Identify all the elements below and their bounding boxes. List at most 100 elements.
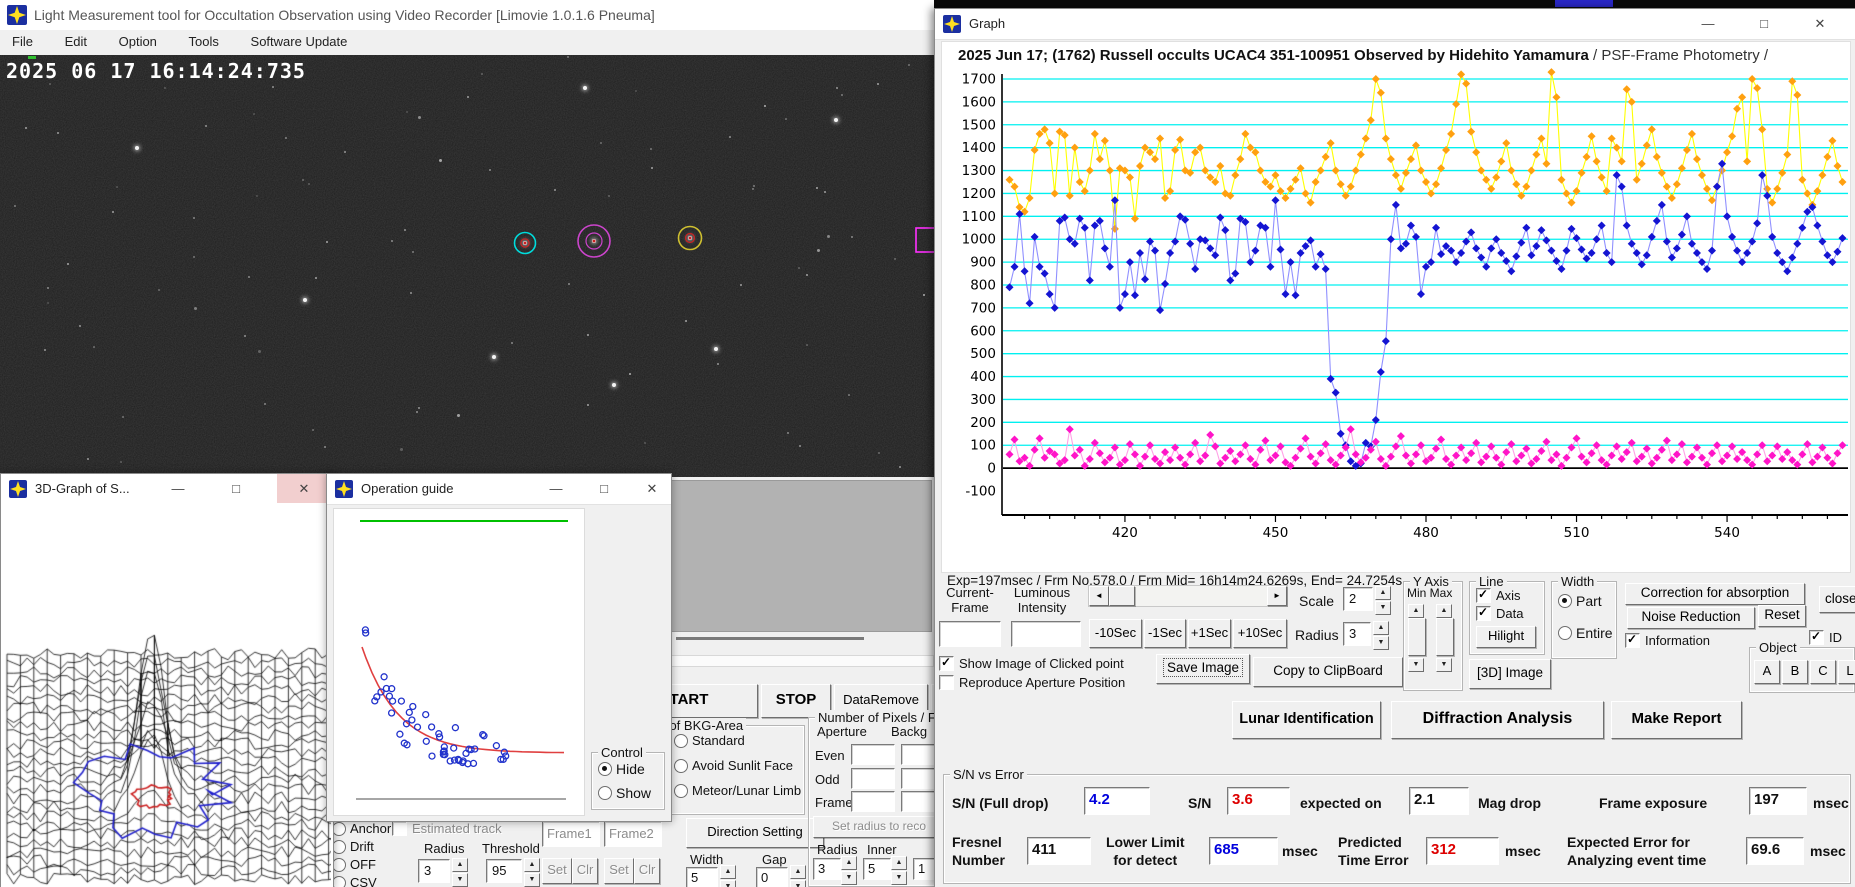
scale-field[interactable]: 2 (1343, 587, 1373, 611)
reproduce-aperture-checkbox[interactable] (939, 675, 954, 690)
odd-aperture-field[interactable] (851, 768, 895, 789)
guide-hide-radio[interactable] (598, 762, 612, 776)
scroll-right-button[interactable]: ► (1267, 586, 1287, 606)
threshold-field[interactable]: 95 (486, 859, 522, 883)
sn-field[interactable]: 3.6 (1227, 787, 1290, 815)
close-button[interactable]: close (1819, 586, 1855, 613)
menu-software-update[interactable]: Software Update (241, 30, 358, 53)
sn-full-field[interactable]: 4.2 (1084, 787, 1150, 815)
width-field[interactable]: 5 (686, 867, 718, 887)
width-spinner[interactable]: ▲ ▼ (720, 865, 736, 887)
line-axis-checkbox[interactable]: ✓ (1476, 587, 1491, 603)
width-part-radio[interactable] (1558, 594, 1572, 608)
object-l-button[interactable]: L (1838, 660, 1855, 684)
graph-minimize-button[interactable]: — (1691, 9, 1725, 38)
lower-limit-field[interactable]: 685 (1209, 837, 1278, 865)
direction-setting-button[interactable]: Direction Setting (686, 818, 824, 848)
plus10sec-button[interactable]: +10Sec (1233, 619, 1287, 648)
minus1sec-button[interactable]: -1Sec (1144, 619, 1186, 648)
scale-spinner[interactable]: ▲ ▼ (1375, 586, 1391, 616)
graph3d-close-button[interactable]: ✕ (277, 474, 331, 503)
set1-button[interactable]: Set (542, 858, 572, 884)
menu-file[interactable]: File (2, 30, 43, 53)
menu-edit[interactable]: Edit (55, 30, 97, 53)
clr1-button[interactable]: Clr (572, 858, 598, 884)
clr2-button[interactable]: Clr (634, 858, 660, 884)
frame-scrollbar[interactable]: ◄ ► (1088, 585, 1288, 607)
scroll-left-button[interactable]: ◄ (1089, 586, 1109, 606)
3d-image-button[interactable]: [3D] Image (1469, 659, 1551, 689)
guide-show-radio[interactable] (598, 786, 612, 800)
object-a-button[interactable]: A (1754, 660, 1780, 684)
gap-field[interactable]: 0 (756, 867, 788, 887)
graph-maximize-button[interactable]: □ (1747, 9, 1781, 38)
make-report-button[interactable]: Make Report (1611, 701, 1742, 739)
yaxis-min-mid[interactable] (1408, 618, 1426, 656)
graph3d-minimize-button[interactable]: — (161, 474, 195, 503)
yaxis-max-mid[interactable] (1436, 618, 1454, 656)
noise-reduction-button[interactable]: Noise Reduction (1627, 607, 1755, 629)
plus1sec-button[interactable]: +1Sec (1188, 619, 1231, 648)
minus10sec-button[interactable]: -10Sec (1089, 619, 1142, 648)
reset-button[interactable]: Reset (1758, 605, 1806, 627)
width-entire-radio[interactable] (1558, 626, 1572, 640)
drift-radio[interactable] (332, 840, 346, 854)
pix-radius-spinner[interactable]: ▲ ▼ (841, 856, 857, 886)
hilight-button[interactable]: Hilight (1476, 626, 1536, 648)
object-c-button[interactable]: C (1810, 660, 1836, 684)
track-radius-field[interactable]: 3 (418, 859, 450, 883)
graph-radius-spinner[interactable]: ▲ ▼ (1373, 621, 1389, 651)
menu-tools[interactable]: Tools (179, 30, 229, 53)
set2-button[interactable]: Set (604, 858, 634, 884)
pix-radius-field[interactable]: 3 (813, 858, 841, 880)
estimated-track-checkbox[interactable] (392, 821, 407, 836)
frame2-field[interactable]: Frame2 (604, 821, 662, 847)
off-radio[interactable] (332, 858, 346, 872)
line-data-checkbox[interactable]: ✓ (1476, 605, 1491, 621)
expected-error-field[interactable]: 69.6 (1746, 837, 1804, 865)
guide-close-button[interactable]: ✕ (635, 474, 669, 503)
threshold-spinner[interactable]: ▲ ▼ (524, 858, 540, 887)
show-image-checkbox[interactable]: ✓ (939, 655, 954, 671)
lunar-identification-button[interactable]: Lunar Identification (1232, 701, 1381, 739)
gap-spinner[interactable]: ▲ ▼ (790, 865, 806, 887)
id-checkbox[interactable]: ✓ (1809, 629, 1824, 645)
graph-radius-field[interactable]: 3 (1343, 622, 1371, 646)
information-checkbox[interactable]: ✓ (1625, 632, 1640, 648)
even-aperture-field[interactable] (851, 744, 895, 765)
current-frame-field[interactable] (939, 621, 1001, 647)
yaxis-min-up[interactable]: ▲ (1408, 604, 1424, 619)
yaxis-max-down[interactable]: ▼ (1436, 658, 1452, 673)
diffraction-analysis-button[interactable]: Diffraction Analysis (1391, 701, 1604, 739)
graph-close-button[interactable]: ✕ (1803, 9, 1837, 38)
inner-field[interactable]: 5 (863, 858, 891, 880)
frame-aperture-field[interactable] (851, 791, 895, 812)
track-radius-spinner[interactable]: ▲ ▼ (452, 858, 468, 887)
bkg-avoid-sunlit-radio[interactable] (674, 759, 688, 773)
position-slider[interactable] (676, 637, 864, 640)
frame-exposure-field[interactable]: 197 (1749, 787, 1807, 815)
save-image-button[interactable]: Save Image (1156, 654, 1250, 684)
luminous-intensity-field[interactable] (1011, 621, 1081, 647)
guide-maximize-button[interactable]: □ (587, 474, 621, 503)
expected-field[interactable]: 2.1 (1409, 787, 1469, 815)
frame1-field[interactable]: Frame1 (542, 821, 600, 847)
csv-radio[interactable] (332, 876, 346, 887)
yaxis-max-up[interactable]: ▲ (1436, 604, 1452, 619)
scroll-thumb[interactable] (1109, 586, 1135, 606)
menu-option[interactable]: Option (109, 30, 167, 53)
predicted-time-error-field[interactable]: 312 (1426, 837, 1499, 865)
yaxis-min-down[interactable]: ▼ (1408, 658, 1424, 673)
object-b-button[interactable]: B (1782, 660, 1808, 684)
bkg-standard-radio[interactable] (674, 734, 688, 748)
correction-absorption-button[interactable]: Correction for absorption (1625, 583, 1805, 605)
bkg-meteor-radio[interactable] (674, 784, 688, 798)
light-curve-chart[interactable]: -100 0 100 200 300 400 500 600 700 800 900 1000 1100… (942, 66, 1848, 571)
set-radius-button[interactable]: Set radius to reco (813, 816, 945, 838)
inner-spinner[interactable]: ▲ ▼ (891, 856, 907, 886)
guide-minimize-button[interactable]: — (539, 474, 573, 503)
graph3d-maximize-button[interactable]: □ (219, 474, 253, 503)
copy-clipboard-button[interactable]: Copy to ClipBoard (1253, 657, 1403, 687)
anchor-radio[interactable] (332, 822, 346, 836)
fresnel-field[interactable]: 411 (1027, 837, 1091, 865)
